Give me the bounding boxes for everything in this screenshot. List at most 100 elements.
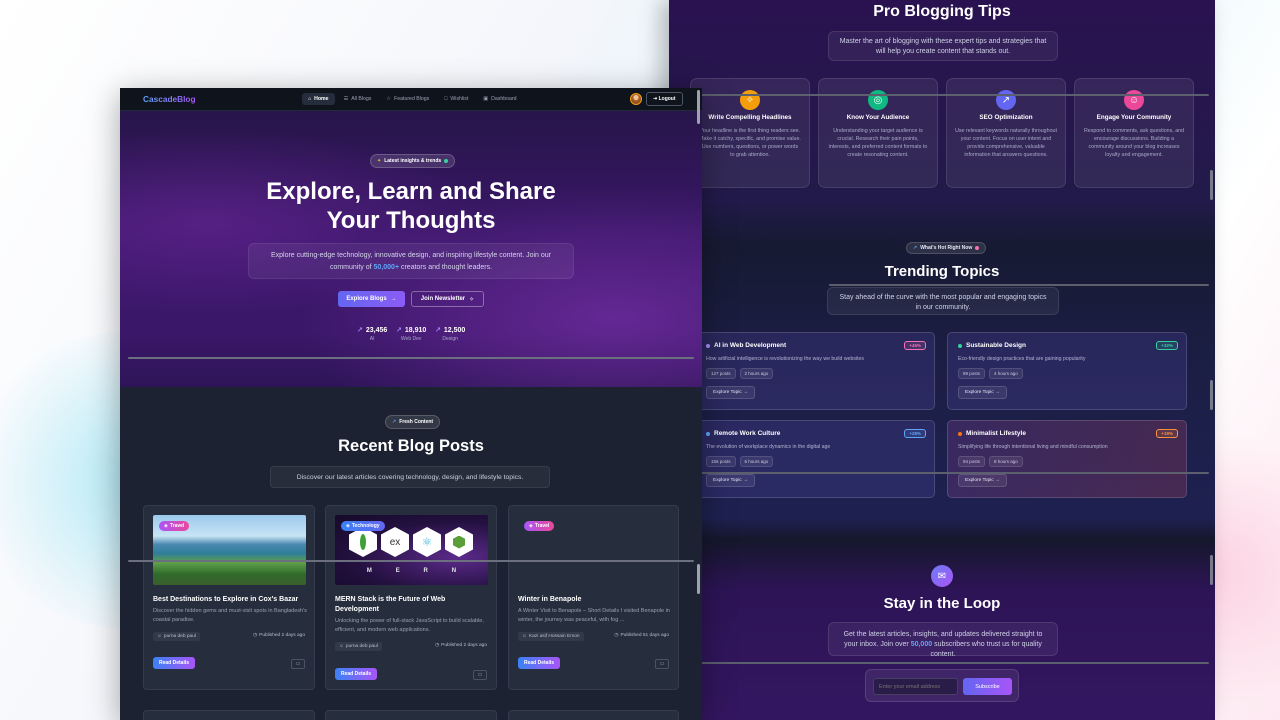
explore-topic-button[interactable]: Explore Topic →	[706, 386, 755, 399]
author-name: Kazi asif Hossain Emon	[528, 634, 580, 639]
read-details-label: Read Details	[524, 660, 555, 666]
vertical-scrollbar[interactable]	[697, 90, 700, 124]
read-details-button[interactable]: Read Details	[518, 657, 561, 669]
blog-card: ◈ Travel Winter in Benapole A Winter Visi…	[508, 505, 679, 690]
topic-card[interactable]: Minimalist Lifestyle +19% Simplifying li…	[947, 420, 1187, 498]
trend-icon: ↗	[996, 90, 1016, 110]
horizontal-scrollbar[interactable]	[829, 284, 1209, 286]
explore-topic-button[interactable]: Explore Topic →	[706, 474, 755, 487]
category-tag[interactable]: ◈ Technology	[341, 521, 385, 531]
horizontal-scrollbar[interactable]	[128, 560, 694, 562]
post-title[interactable]: Winter in Benapole	[518, 595, 673, 605]
post-description: Unlocking the power of full-stack JavaSc…	[335, 618, 484, 633]
site-logo[interactable]: CascadeBlog	[143, 94, 196, 104]
category-tag[interactable]: ◈ Travel	[524, 521, 555, 531]
join-newsletter-label: Join Newsletter	[420, 296, 466, 302]
published-date: ◷ Published 2 days ago	[435, 643, 487, 648]
topic-dot	[706, 343, 710, 348]
bookmark-icon[interactable]: ▭	[291, 659, 305, 669]
stat-value: 18,910	[404, 326, 427, 334]
nav-label: Featured Blogs	[394, 96, 430, 102]
nav-all-blogs[interactable]: ☰ All Blogs	[338, 93, 378, 105]
bookmark-icon: □	[444, 96, 448, 102]
nav-home[interactable]: ⌂ Home	[302, 93, 335, 105]
post-title[interactable]: Best Destinations to Explore in Cox's Ba…	[153, 595, 308, 605]
express-logo: ex	[381, 527, 409, 557]
hero-subtitle-text: creators and thought leaders.	[399, 263, 493, 271]
recent-subtitle: Discover our latest articles covering te…	[270, 466, 550, 488]
vertical-scrollbar[interactable]	[1210, 555, 1213, 585]
blog-card: ex ⚛ M E R N ◈ Technology MERN Stack is t…	[325, 505, 497, 690]
clock-icon: ◷	[614, 633, 619, 638]
stat-label: AI	[369, 336, 375, 342]
mern-letter: E	[395, 568, 400, 574]
topic-description: Simplifying life through intentional liv…	[958, 444, 1108, 450]
bookmark-icon[interactable]: ▭	[655, 659, 669, 669]
topic-description: How artificial intelligence is revolutio…	[706, 356, 865, 362]
vertical-scrollbar[interactable]	[1210, 380, 1213, 410]
explore-blogs-button[interactable]: Explore Blogs →	[338, 291, 405, 307]
bookmark-icon[interactable]: ▭	[473, 670, 487, 680]
horizontal-scrollbar[interactable]	[699, 472, 1209, 474]
tag-icon: ◈	[164, 523, 168, 529]
growth-badge: +28%	[904, 429, 926, 438]
status-dot	[975, 246, 980, 250]
topic-card[interactable]: Remote Work Culture +28% The evolution o…	[695, 420, 935, 498]
subscribe-button[interactable]: Subscribe	[963, 678, 1012, 695]
explore-topic-button[interactable]: Explore Topic →	[958, 474, 1007, 487]
tip-title: SEO Optimization	[979, 114, 1033, 121]
topic-card[interactable]: AI in Web Development +45% How artificia…	[695, 332, 935, 410]
nav-dashboard[interactable]: ▣ Dashboard	[477, 93, 522, 105]
nav-wishlist[interactable]: □ Wishlist	[438, 93, 474, 105]
category-tag[interactable]: ◈ Travel	[159, 521, 190, 531]
read-details-button[interactable]: Read Details	[153, 657, 196, 669]
topic-card[interactable]: Sustainable Design +32% Eco-friendly des…	[947, 332, 1187, 410]
post-description: Discover the hidden gems and must-visit …	[153, 608, 307, 623]
loop-subtitle-text: subscribers who trust us for quality con…	[930, 641, 1042, 658]
recent-posts-section: ↗ Fresh Content Recent Blog Posts Discov…	[120, 387, 702, 720]
horizontal-scrollbar[interactable]	[128, 357, 694, 359]
explore-topic-button[interactable]: Explore Topic →	[958, 386, 1007, 399]
hero-section: ✦ Latest insights & trends Explore, Lear…	[120, 111, 702, 387]
hot-pill-label: What's Hot Right Now	[920, 245, 973, 251]
stat-value: 12,500	[443, 326, 466, 334]
dashboard-icon: ▣	[483, 96, 489, 102]
published-label: Published 2 days ago	[259, 633, 305, 638]
logout-label: Logout	[658, 96, 676, 102]
hero-subtitle: Explore cutting-edge technology, innovat…	[248, 243, 574, 279]
tag-label: Travel	[169, 523, 185, 529]
fresh-pill: ↗ Fresh Content	[385, 415, 441, 429]
horizontal-scrollbar[interactable]	[699, 662, 1209, 664]
post-count: 156 posts	[706, 456, 736, 467]
tip-body: Your headline is the first thing readers…	[699, 128, 801, 158]
author-chip: ☺ purna deb paul	[335, 642, 382, 651]
explore-topic-label: Explore Topic	[965, 478, 994, 483]
user-avatar[interactable]	[630, 93, 642, 105]
lightbulb-icon: ✧	[740, 90, 760, 110]
nav-featured-blogs[interactable]: ☆ Featured Blogs	[380, 93, 435, 105]
tip-body: Respond to comments, ask questions, and …	[1083, 128, 1185, 158]
trend-icon: ↗	[357, 327, 363, 334]
tag-label: Travel	[534, 523, 550, 529]
react-logo: ⚛	[413, 527, 441, 557]
hot-pill: ↗ What's Hot Right Now	[906, 242, 987, 254]
horizontal-scrollbar[interactable]	[699, 94, 1209, 96]
post-count: 127 posts	[706, 368, 736, 379]
tip-title: Write Compelling Headlines	[708, 114, 792, 121]
mern-letter: M	[366, 568, 372, 574]
clock-icon: ◷	[252, 633, 258, 638]
status-dot	[444, 159, 449, 163]
vertical-scrollbar[interactable]	[697, 564, 700, 594]
logout-button[interactable]: ⇥ Logout	[646, 92, 683, 106]
stat-label: Design	[442, 336, 458, 342]
post-count: 89 posts	[958, 368, 986, 379]
join-newsletter-button[interactable]: Join Newsletter ✧	[411, 291, 484, 307]
clock-icon: ◷	[434, 643, 440, 648]
read-details-button[interactable]: Read Details	[335, 668, 378, 680]
post-title[interactable]: MERN Stack is the Future of Web Developm…	[335, 595, 490, 615]
document-icon: ☰	[343, 96, 349, 102]
vertical-scrollbar[interactable]	[1210, 170, 1213, 200]
email-input[interactable]	[873, 678, 958, 695]
subscribe-label: Subscribe	[975, 683, 1000, 690]
nav-label: All Blogs	[351, 96, 372, 102]
